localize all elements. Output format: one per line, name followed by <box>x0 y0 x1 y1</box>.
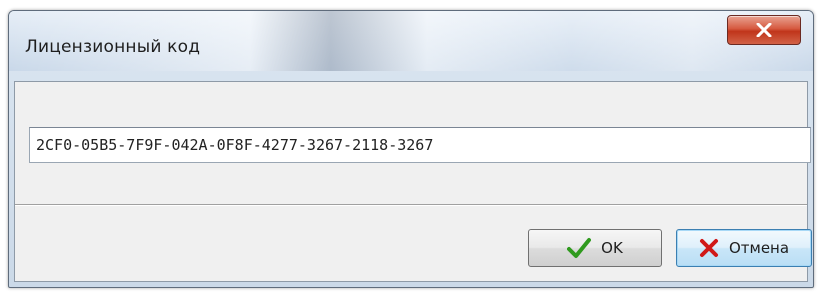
ok-button[interactable]: OK <box>528 229 662 267</box>
dialog-title: Лицензионный код <box>25 37 201 57</box>
ok-label: OK <box>601 239 623 257</box>
license-key-input[interactable] <box>29 127 811 163</box>
cross-icon <box>699 238 719 258</box>
close-icon <box>756 23 772 37</box>
title-bar[interactable]: Лицензионный код <box>9 11 813 71</box>
checkmark-icon <box>567 237 592 259</box>
cancel-button[interactable]: Отмена <box>676 229 812 267</box>
cancel-label: Отмена <box>728 239 790 257</box>
dialog-body: OK Отмена <box>14 81 812 282</box>
separator <box>15 204 807 206</box>
close-button[interactable] <box>727 15 801 45</box>
license-dialog: Лицензионный код OK <box>8 10 814 288</box>
